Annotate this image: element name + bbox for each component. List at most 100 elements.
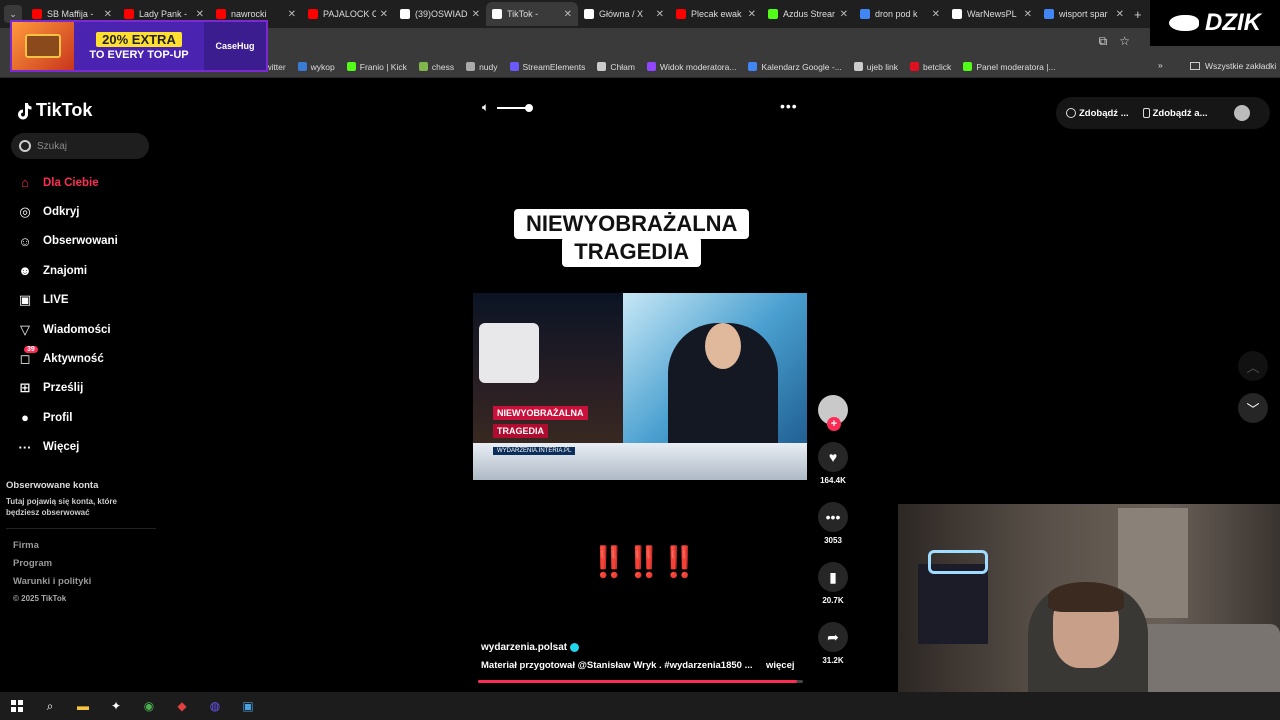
window-app-icon[interactable]: ▣ — [237, 695, 259, 717]
bookmark-item[interactable]: Franio | Kick — [346, 61, 407, 72]
tiktok-note-icon — [18, 102, 32, 119]
caption-more-link[interactable]: więcej — [766, 660, 795, 671]
sidebar-item-messages[interactable]: ▽ Wiadomości — [16, 315, 166, 344]
next-video-button[interactable]: ﹀ — [1238, 393, 1268, 423]
bookmark-item[interactable]: StreamElements — [509, 62, 585, 72]
sidebar-item-home[interactable]: ⌂ Dla Ciebie — [16, 168, 166, 197]
sidebar-item-upload[interactable]: ⊞ Prześlij — [16, 374, 166, 403]
tab-title: Lady Pank - — [139, 9, 188, 19]
bookmark-star-icon[interactable]: ☆ — [1119, 34, 1130, 49]
more-icon: ··· — [18, 439, 32, 455]
volume-slider[interactable] — [497, 103, 534, 112]
search-box[interactable]: Szukaj — [11, 133, 149, 159]
comment-icon[interactable]: ••• — [818, 502, 848, 532]
bookmark-item[interactable]: Panel moderatora |... — [963, 62, 1056, 72]
tab-title: dron pod k — [875, 9, 918, 19]
bookmark-icon[interactable]: ▮ — [818, 562, 848, 592]
video-author[interactable]: wydarzenia.polsat — [481, 642, 580, 653]
casehug-ad-banner[interactable]: 20% EXTRA TO EVERY TOP-UP CaseHug — [10, 20, 268, 72]
sidebar-item-more[interactable]: ··· Więcej — [16, 433, 166, 462]
media-app-icon[interactable]: ◆ — [171, 695, 193, 717]
install-app-icon[interactable]: ⧉ — [1099, 34, 1108, 49]
share-icon[interactable]: ➦ — [818, 622, 848, 652]
bookmark-item[interactable]: chess — [418, 62, 454, 72]
get-app-button[interactable]: Zdobądź a... — [1142, 108, 1208, 119]
browser-tab[interactable]: (39)OSWIAD ✕ — [394, 2, 486, 26]
tab-close-icon[interactable]: ✕ — [564, 9, 572, 20]
tab-close-icon[interactable]: ✕ — [1024, 9, 1032, 20]
browser-tab[interactable]: Plecak ewak ✕ — [670, 2, 762, 26]
tab-close-icon[interactable]: ✕ — [840, 9, 848, 20]
overlay-logo-text: DZIK — [1205, 9, 1261, 36]
tab-close-icon[interactable]: ✕ — [104, 9, 112, 20]
file-explorer-icon[interactable]: ▬ — [72, 695, 94, 717]
bookmark-item[interactable]: nudy — [466, 61, 498, 72]
sidebar-item-label: Więcej — [43, 441, 80, 454]
browser-tab[interactable]: dron pod k ✕ — [854, 2, 946, 26]
previous-video-button[interactable]: ︿ — [1238, 351, 1268, 381]
all-bookmarks[interactable]: Wszystkie zakładki — [1190, 61, 1276, 71]
tab-close-icon[interactable]: ✕ — [932, 9, 940, 20]
more-options-icon[interactable]: ••• — [780, 98, 798, 114]
volume-knob[interactable] — [525, 103, 534, 112]
bookmark-item[interactable]: ujeb link — [853, 62, 898, 72]
news-video-frame[interactable]: NIEWYOBRAŻALNA TRAGEDIA WYDARZENIA.INTER… — [473, 293, 807, 480]
browser-tab[interactable]: WarNewsPL ✕ — [946, 2, 1038, 26]
sidebar-item-compass[interactable]: ◎ Odkryj — [16, 197, 166, 226]
tab-favicon-icon — [492, 9, 502, 19]
tab-close-icon[interactable]: ✕ — [196, 9, 204, 20]
sidebar-item-user-follow[interactable]: ☺ Obserwowani — [16, 227, 166, 256]
footer-link-company[interactable]: Firma — [13, 540, 91, 558]
bookmark-label: Franio | Kick — [359, 61, 407, 72]
bookmarks-overflow-icon[interactable]: » — [1158, 60, 1163, 70]
speaker-icon[interactable]: 🔈︎ — [482, 100, 489, 115]
bookmark-item[interactable]: wykop — [297, 62, 335, 72]
search-input[interactable]: Szukaj — [37, 141, 67, 152]
browser-tab[interactable]: Azdus Strear ✕ — [762, 2, 854, 26]
taskbar-search-icon[interactable]: ⌕ — [39, 695, 61, 717]
get-coins-button[interactable]: Zdobądź ... — [1066, 108, 1129, 119]
bookmark-label: nudy — [479, 61, 498, 72]
author-name[interactable]: wydarzenia.polsat — [481, 642, 567, 653]
tab-close-icon[interactable]: ✕ — [748, 9, 756, 20]
windows-start-icon[interactable] — [6, 695, 28, 717]
bookmark-label: Widok moderatora... — [659, 61, 737, 72]
browser-tab[interactable]: wisport spar ✕ — [1038, 2, 1130, 26]
sidebar-item-activity[interactable]: ◻ Aktywność 39 — [16, 344, 166, 373]
tab-close-icon[interactable]: ✕ — [380, 9, 388, 20]
sidebar-footer: Firma Program Warunki i polityki © 2025 … — [13, 540, 91, 612]
sidebar-item-friends[interactable]: ☻ Znajomi — [16, 256, 166, 285]
follow-plus-icon[interactable]: + — [827, 417, 841, 431]
tab-close-icon[interactable]: ✕ — [656, 9, 664, 20]
tiktok-logo[interactable]: TikTok — [16, 100, 92, 121]
sidebar-item-profile[interactable]: ● Profil — [16, 403, 166, 432]
bookmark-item[interactable]: betclick — [909, 62, 951, 72]
tab-close-icon[interactable]: ✕ — [1116, 9, 1124, 20]
bookmark-item[interactable]: Chłam — [597, 62, 635, 72]
browser-tab[interactable]: Główna / X ✕ — [578, 2, 670, 26]
bookmark-item[interactable]: Kalendarz Google -... — [748, 62, 842, 72]
browser-tab[interactable]: TikTok - ✕ — [486, 2, 578, 26]
chat-app-icon[interactable]: ◍ — [204, 695, 226, 717]
app-icon[interactable]: ✦ — [105, 695, 127, 717]
video-progress-bar[interactable] — [478, 680, 803, 683]
footer-link-terms[interactable]: Warunki i polityki — [13, 576, 91, 594]
footer-link-program[interactable]: Program — [13, 558, 91, 576]
tab-close-icon[interactable]: ✕ — [288, 9, 296, 20]
new-tab-icon[interactable]: + — [1134, 7, 1142, 22]
tab-close-icon[interactable]: ✕ — [472, 9, 480, 20]
ad-chest-image — [12, 22, 74, 70]
bookmark-item[interactable]: Widok moderatora... — [646, 61, 737, 72]
chrome-icon[interactable]: ◉ — [138, 695, 160, 717]
browser-tab[interactable]: PAJALOCK C ✕ — [302, 2, 394, 26]
ad-topup-label: TO EVERY TOP-UP — [89, 48, 189, 61]
ad-brand-logo: CaseHug — [204, 22, 266, 70]
share-action: ➦ 31.2K — [818, 622, 848, 665]
sidebar-item-live[interactable]: ▣ LIVE — [16, 286, 166, 315]
creator-avatar[interactable]: + — [818, 395, 848, 431]
get-coins-label: Zdobądź ... — [1079, 107, 1129, 119]
heart-icon[interactable]: ♥ — [818, 442, 848, 472]
tab-favicon-icon — [400, 9, 410, 19]
user-avatar[interactable] — [1234, 105, 1250, 121]
volume-control[interactable]: 🔈︎ — [482, 100, 534, 115]
